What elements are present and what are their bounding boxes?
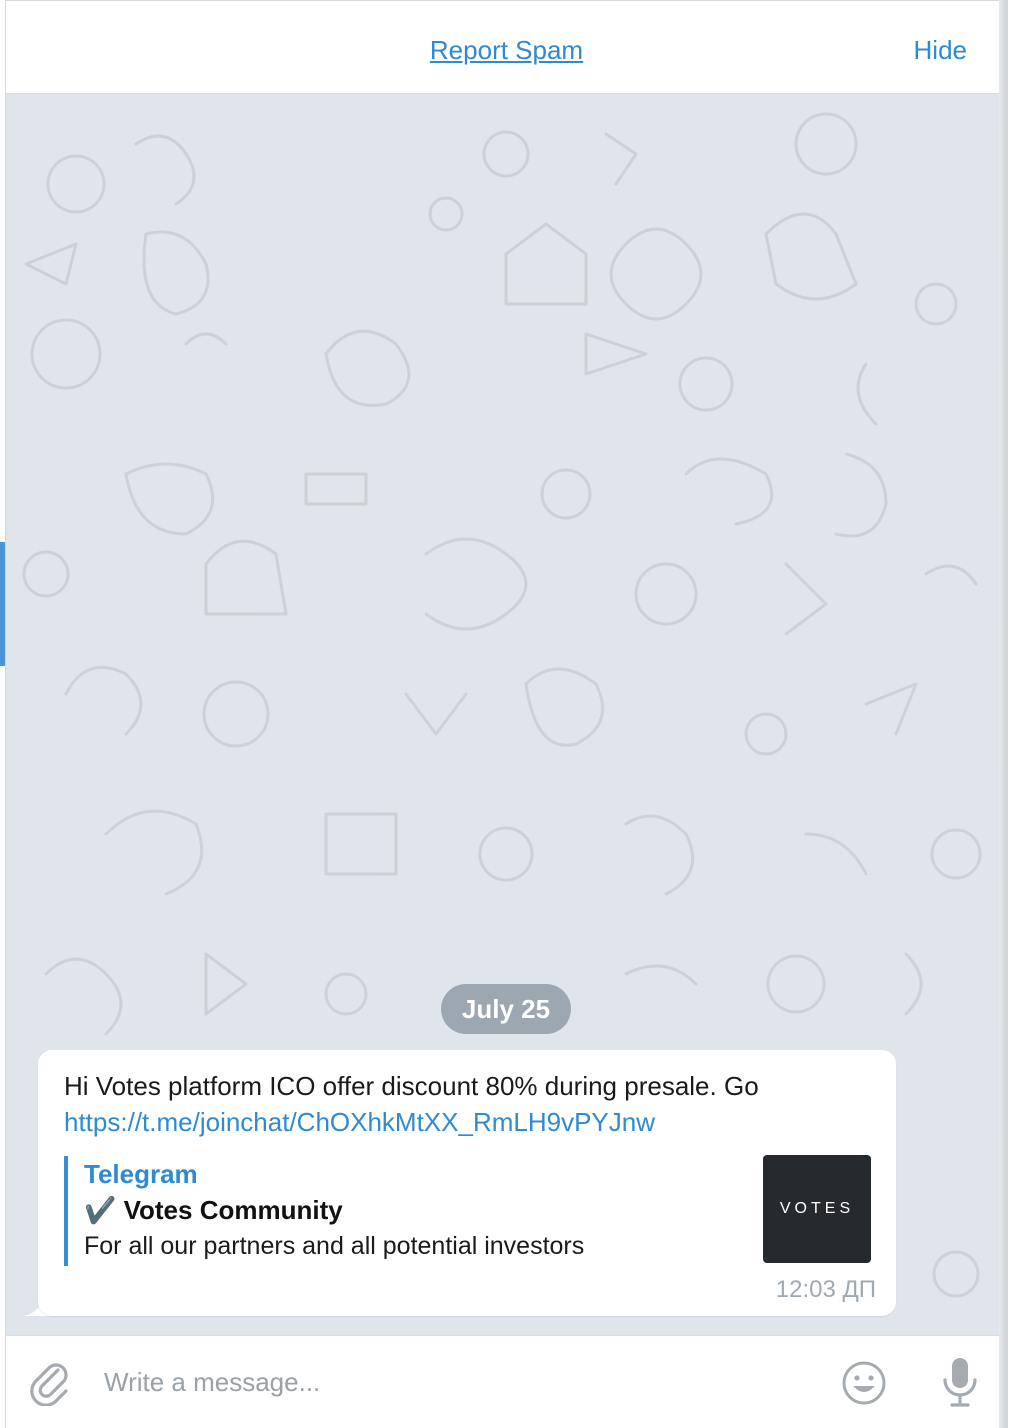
hide-button[interactable]: Hide bbox=[914, 35, 967, 66]
smiley-icon[interactable] bbox=[841, 1360, 887, 1406]
link-preview-description: For all our partners and all potential i… bbox=[84, 1232, 585, 1260]
message-text: Hi Votes platform ICO offer discount 80%… bbox=[64, 1071, 759, 1101]
message-composer bbox=[6, 1335, 1007, 1428]
spam-bar: Report Spam Hide bbox=[6, 0, 1007, 94]
message-bubble[interactable]: Hi Votes platform ICO offer discount 80%… bbox=[38, 1050, 896, 1316]
microphone-icon[interactable] bbox=[940, 1356, 980, 1410]
paperclip-icon[interactable] bbox=[28, 1360, 74, 1406]
chat-window: Report Spam Hide July 25 Hi Votes platfo… bbox=[5, 0, 1008, 1428]
message-input[interactable] bbox=[102, 1356, 806, 1408]
message-link[interactable]: https://t.me/joinchat/ChOXhkMtXX_RmLH9vP… bbox=[64, 1104, 655, 1140]
chat-history[interactable]: July 25 Hi Votes platform ICO offer disc… bbox=[6, 94, 1007, 1335]
date-separator: July 25 bbox=[441, 984, 571, 1034]
window-right-edge bbox=[999, 0, 1007, 1428]
link-preview-site-name: Telegram bbox=[84, 1159, 198, 1189]
report-spam-label[interactable]: Report Spam bbox=[426, 35, 587, 65]
link-preview-title: ✔️ Votes Community bbox=[84, 1195, 343, 1225]
link-preview-thumbnail[interactable]: VOTES bbox=[763, 1155, 871, 1263]
link-preview-accent-bar bbox=[64, 1156, 68, 1266]
report-spam-link[interactable]: Report Spam bbox=[6, 35, 1007, 66]
message-timestamp: 12:03 ДП bbox=[775, 1276, 876, 1303]
